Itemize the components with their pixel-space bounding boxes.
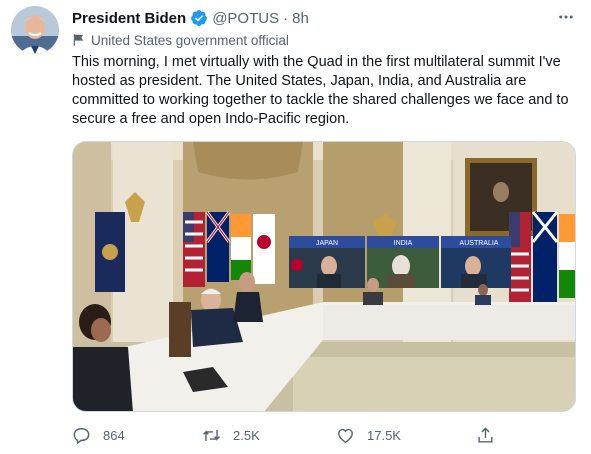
reply-icon: [73, 427, 90, 444]
like-count: 17.5K: [367, 427, 401, 443]
author-name[interactable]: President Biden: [72, 10, 186, 27]
tweet-text: This morning, I met virtually with the Q…: [72, 54, 569, 127]
like-icon: [338, 428, 353, 443]
verified-badge-icon: [191, 10, 208, 26]
tweet-photo[interactable]: JAPAN INDIA AUSTRALIA: [72, 141, 576, 412]
author-handle[interactable]: @POTUS: [212, 10, 279, 27]
retweet-icon: [203, 429, 220, 441]
avatar[interactable]: [11, 6, 59, 54]
tweet-timestamp[interactable]: 8h: [292, 10, 309, 27]
separator-dot: ·: [283, 9, 289, 27]
account-label: United States government official: [72, 31, 289, 49]
screen-label-japan: JAPAN: [316, 240, 338, 247]
tweet-header: President Biden @POTUS · 8h: [72, 8, 309, 28]
retweet-button[interactable]: 2.5K: [202, 424, 260, 446]
flag-icon: [73, 34, 84, 46]
retweet-count: 2.5K: [233, 427, 260, 443]
action-bar: 864 2.5K 17.5K: [72, 424, 512, 446]
screen-label-india: INDIA: [394, 240, 413, 247]
screen-label-australia: AUSTRALIA: [460, 240, 499, 247]
share-button[interactable]: [476, 424, 507, 446]
more-icon[interactable]: [555, 8, 577, 26]
reply-count: 864: [103, 427, 125, 443]
reply-button[interactable]: 864: [72, 424, 125, 446]
account-label-text: United States government official: [91, 32, 289, 48]
like-button[interactable]: 17.5K: [336, 424, 401, 446]
share-icon: [478, 426, 493, 443]
